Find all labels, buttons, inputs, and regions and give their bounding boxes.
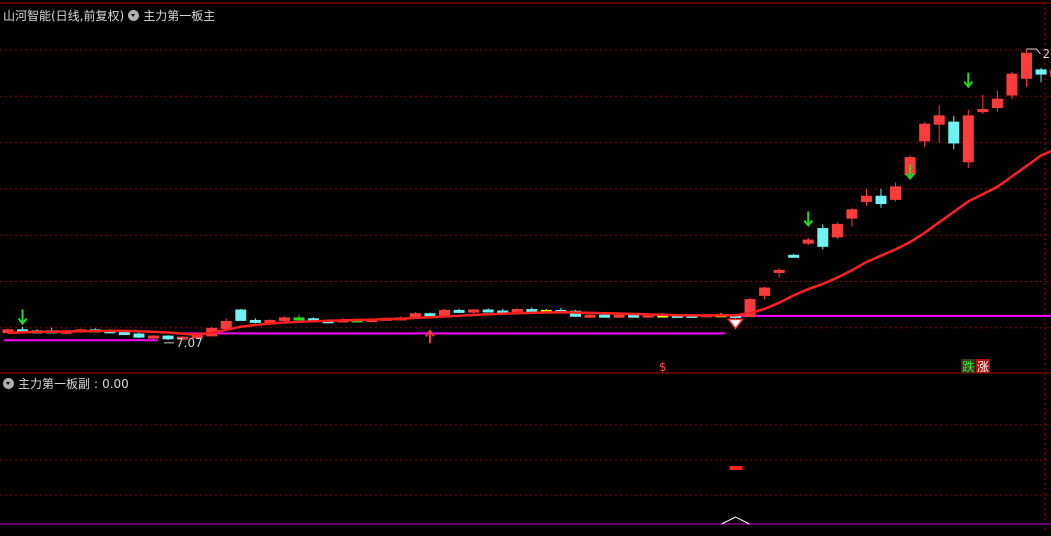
candle-body bbox=[614, 315, 624, 317]
candle-body bbox=[992, 99, 1002, 107]
signal-marker: 涨 bbox=[977, 359, 989, 374]
candle-body bbox=[454, 310, 464, 312]
candle-body bbox=[236, 310, 246, 320]
sub-indicator-sep: : bbox=[94, 377, 98, 391]
high-price-label: 20.98 bbox=[1043, 47, 1051, 61]
candle-body bbox=[250, 320, 260, 322]
down-arrow-icon bbox=[804, 211, 812, 225]
candle-body bbox=[629, 315, 639, 317]
candle-body bbox=[861, 196, 871, 201]
candle-body bbox=[1036, 70, 1046, 74]
sub-indicator-name[interactable]: 主力第一板副 bbox=[18, 375, 90, 392]
candle-body bbox=[585, 315, 595, 317]
ma-line bbox=[8, 149, 1051, 334]
low-price-label: 7.07 bbox=[176, 336, 203, 350]
candle-body bbox=[149, 336, 159, 338]
candle-body bbox=[1007, 74, 1017, 95]
sub-header: 主力第一板副 : 0.00 bbox=[3, 375, 129, 392]
main-header: 山河智能(日线,前复权) 主力第一板主 bbox=[3, 7, 215, 24]
candle-body bbox=[789, 255, 799, 257]
candle-body bbox=[440, 310, 450, 315]
candle-body bbox=[978, 110, 988, 112]
candle-body bbox=[469, 310, 479, 312]
candle-body bbox=[119, 333, 129, 335]
dropdown-icon[interactable] bbox=[3, 378, 14, 389]
signal-marker: 跌 bbox=[962, 359, 974, 374]
candle-body bbox=[600, 315, 610, 317]
candle-body bbox=[832, 224, 842, 237]
candle-body bbox=[934, 116, 944, 124]
candle-body bbox=[963, 116, 973, 162]
candle-body bbox=[891, 187, 901, 200]
candle-body bbox=[847, 210, 857, 218]
stock-title: 山河智能(日线,前复权) bbox=[3, 7, 124, 24]
candle-body bbox=[876, 196, 886, 203]
candle-body bbox=[483, 310, 493, 312]
candle-body bbox=[294, 318, 304, 320]
candle-body bbox=[803, 240, 813, 243]
dropdown-icon[interactable] bbox=[128, 10, 139, 21]
candle-body bbox=[163, 336, 173, 339]
candle-body bbox=[774, 270, 784, 272]
candle-body bbox=[818, 229, 828, 247]
signal-triangle-icon bbox=[729, 319, 743, 328]
main-indicator-name[interactable]: 主力第一板主 bbox=[143, 7, 215, 24]
candle-body bbox=[760, 288, 770, 295]
sub-signal-bar bbox=[730, 466, 743, 470]
candle-body bbox=[527, 310, 537, 312]
candle-body bbox=[134, 334, 144, 337]
candle-body bbox=[279, 318, 289, 321]
candle-body bbox=[425, 314, 435, 316]
down-arrow-icon bbox=[964, 73, 972, 87]
signal-marker: $ bbox=[659, 360, 667, 374]
chart-stage[interactable]: 20.98 7.07 $ 跌涨 山河智能(日线,前复权) 主力第一板主 主力第一板副 … bbox=[0, 0, 1051, 532]
candle-body bbox=[949, 122, 959, 143]
sub-indicator-value: 0.00 bbox=[102, 377, 129, 391]
candle-body bbox=[920, 124, 930, 141]
kline-chart[interactable]: 20.98 7.07 $ 跌涨 bbox=[0, 0, 1051, 532]
candle-body bbox=[512, 310, 522, 312]
down-arrow-icon bbox=[19, 310, 27, 324]
candle-body bbox=[221, 321, 231, 328]
sub-spike-line bbox=[722, 517, 750, 524]
candle-body bbox=[1022, 53, 1032, 78]
